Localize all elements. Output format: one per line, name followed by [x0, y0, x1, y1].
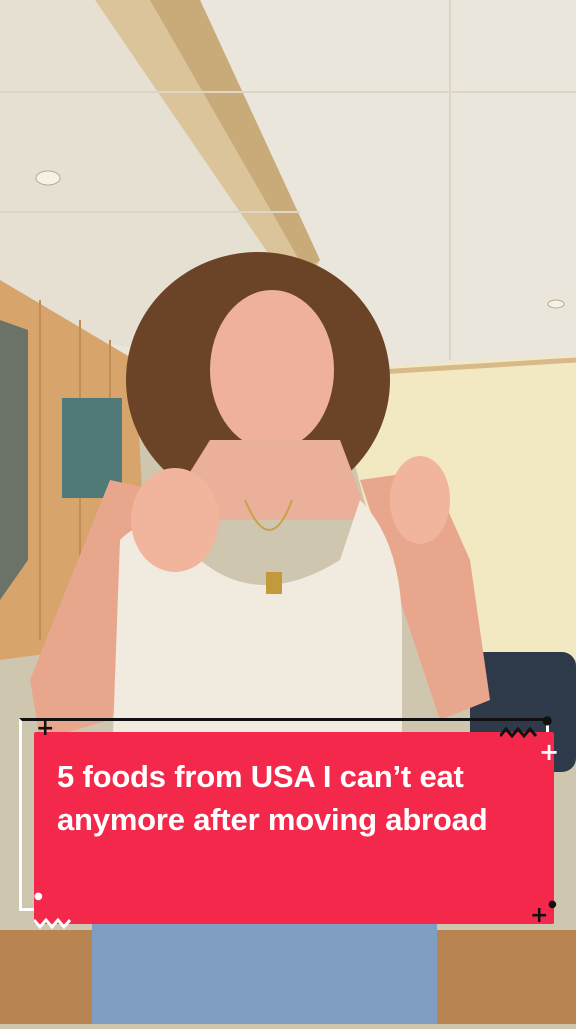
dot-icon: ● — [542, 713, 553, 727]
necklace-pendant — [266, 572, 282, 594]
person-left-hand — [131, 468, 219, 572]
stone-stove — [0, 320, 28, 600]
person-right-hand — [390, 456, 450, 544]
dot-icon: ● — [34, 891, 43, 902]
zigzag-icon — [500, 726, 538, 739]
plus-icon: + — [539, 738, 560, 766]
person-face — [210, 290, 334, 450]
caption-text: 5 foods from USA I can’t eat anymore aft… — [57, 759, 488, 837]
plus-icon: + — [530, 903, 549, 928]
blue-jeans — [92, 920, 437, 1024]
dot-icon: ● — [548, 899, 557, 910]
plus-icon: + — [36, 716, 55, 741]
ceiling-light-right — [547, 299, 565, 309]
zigzag-icon — [34, 917, 72, 930]
ceiling-light-left — [35, 170, 61, 186]
